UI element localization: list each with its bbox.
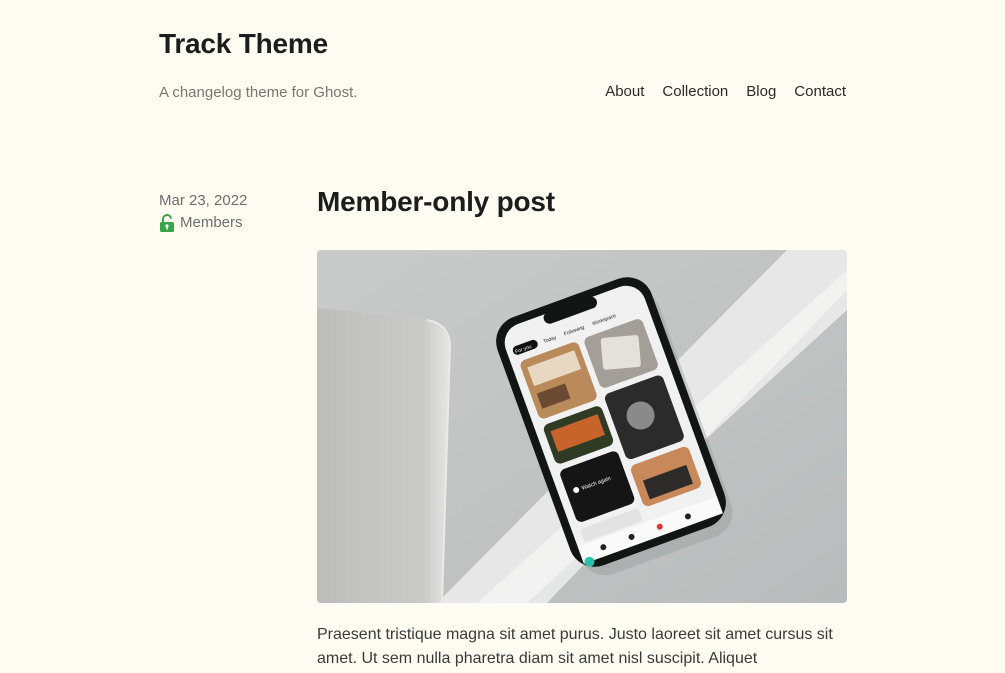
main-nav: About Collection Blog Contact bbox=[605, 83, 846, 100]
post-access: Members bbox=[159, 213, 247, 233]
nav-item-about[interactable]: About bbox=[605, 83, 644, 100]
post-excerpt: Praesent tristique magna sit amet purus.… bbox=[317, 626, 833, 667]
post-title[interactable]: Member-only post bbox=[317, 186, 555, 218]
nav-item-contact[interactable]: Contact bbox=[794, 83, 846, 100]
site-description: A changelog theme for Ghost. bbox=[159, 84, 358, 101]
nav-item-blog[interactable]: Blog bbox=[746, 83, 776, 100]
post-meta: Mar 23, 2022 Members bbox=[159, 191, 247, 233]
site-title[interactable]: Track Theme bbox=[159, 28, 328, 60]
feature-photo: For you Today Following Workspace Watch … bbox=[317, 250, 847, 603]
post-date: Mar 23, 2022 bbox=[159, 192, 248, 209]
unlock-icon bbox=[160, 214, 174, 232]
feature-image: For you Today Following Workspace Watch … bbox=[317, 250, 847, 603]
page: Track Theme A changelog theme for Ghost.… bbox=[0, 0, 1005, 673]
nav-item-collection[interactable]: Collection bbox=[662, 83, 728, 100]
post-access-label: Members bbox=[180, 214, 243, 231]
